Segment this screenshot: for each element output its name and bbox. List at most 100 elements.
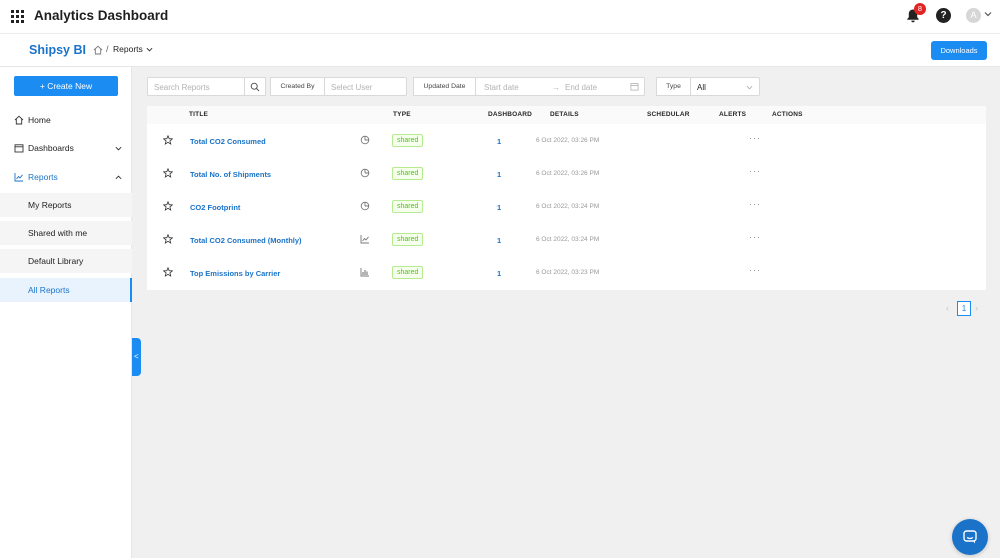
- date-range-arrow: →: [552, 83, 560, 92]
- report-title-link[interactable]: Top Emissions by Carrier: [190, 269, 280, 278]
- search-icon: [250, 82, 260, 92]
- star-icon[interactable]: [163, 168, 173, 178]
- star-icon[interactable]: [163, 201, 173, 211]
- chevron-up-icon: [115, 175, 122, 180]
- dashboard-count-link[interactable]: 1: [497, 203, 501, 212]
- column-header-type: TYPE: [393, 111, 411, 118]
- calendar-icon: [14, 144, 24, 153]
- sidebar-item-dashboards[interactable]: Dashboards: [0, 136, 132, 160]
- star-icon[interactable]: [163, 135, 173, 145]
- dashboard-count-link[interactable]: 1: [497, 137, 501, 146]
- apps-grid-icon[interactable]: [11, 10, 24, 23]
- sidebar-item-reports[interactable]: Reports: [0, 165, 132, 189]
- table-row[interactable]: Top Emissions by Carrier shared 1 6 Oct …: [147, 257, 986, 290]
- column-header-schedular: SCHEDULAR: [647, 111, 690, 118]
- dashboard-count-link[interactable]: 1: [497, 236, 501, 245]
- calendar-icon: [630, 83, 639, 91]
- chat-icon: [963, 530, 977, 544]
- star-icon[interactable]: [163, 267, 173, 277]
- search-button[interactable]: [244, 77, 266, 96]
- sidebar-item-shared-with-me[interactable]: Shared with me: [0, 221, 132, 245]
- type-selected-value: All: [697, 83, 706, 92]
- type-select[interactable]: All: [690, 77, 760, 96]
- sidebar-item-label: Reports: [28, 172, 58, 182]
- pie-chart-icon: [360, 135, 370, 145]
- details-timestamp: 6 Oct 2022, 03:26 PM: [536, 137, 600, 144]
- date-range-picker[interactable]: Start date → End date: [475, 77, 645, 96]
- breadcrumb-separator: /: [106, 44, 109, 54]
- more-actions-icon[interactable]: ···: [749, 265, 761, 275]
- table-header: TITLE TYPE DASHBOARD DETAILS SCHEDULAR A…: [147, 106, 986, 124]
- help-icon[interactable]: ?: [936, 8, 951, 23]
- sidebar-collapse-toggle[interactable]: <: [132, 338, 141, 376]
- report-title-link[interactable]: Total No. of Shipments: [190, 170, 271, 179]
- home-icon[interactable]: [93, 45, 103, 55]
- type-badge: shared: [392, 233, 424, 246]
- bar-chart-icon: [360, 268, 369, 277]
- sidebar: + Create New Home Dashboards Reports My …: [0, 67, 132, 558]
- more-actions-icon[interactable]: ···: [749, 232, 761, 242]
- chevron-down-icon: [115, 146, 122, 151]
- table-row[interactable]: Total No. of Shipments shared 1 6 Oct 20…: [147, 158, 986, 191]
- table-row[interactable]: Total CO2 Consumed shared 1 6 Oct 2022, …: [147, 125, 986, 158]
- type-badge: shared: [392, 167, 424, 180]
- downloads-button[interactable]: Downloads: [931, 41, 987, 60]
- top-header: Analytics Dashboard 8 ? A: [0, 0, 1000, 34]
- updated-date-label: Updated Date: [413, 77, 476, 96]
- star-icon[interactable]: [163, 234, 173, 244]
- more-actions-icon[interactable]: ···: [749, 199, 761, 209]
- chevron-down-icon[interactable]: [146, 46, 153, 53]
- select-user-placeholder: Select User: [331, 83, 373, 92]
- type-badge: shared: [392, 266, 424, 279]
- sidebar-item-label: Home: [28, 115, 51, 125]
- details-timestamp: 6 Oct 2022, 03:24 PM: [536, 203, 600, 210]
- column-header-details: DETAILS: [550, 111, 579, 118]
- column-header-alerts: ALERTS: [719, 111, 747, 118]
- pie-chart-icon: [360, 168, 370, 178]
- chevron-left-icon: <: [134, 352, 139, 361]
- pagination-page-current[interactable]: 1: [957, 301, 971, 316]
- notification-count-badge: 8: [914, 3, 926, 15]
- report-title-link[interactable]: Total CO2 Consumed (Monthly): [190, 236, 302, 245]
- more-actions-icon[interactable]: ···: [749, 166, 761, 176]
- dashboard-count-link[interactable]: 1: [497, 269, 501, 278]
- created-by-label: Created By: [270, 77, 325, 96]
- column-header-title: TITLE: [189, 111, 209, 118]
- table-row[interactable]: CO2 Footprint shared 1 6 Oct 2022, 03:24…: [147, 191, 986, 224]
- sidebar-item-label: All Reports: [28, 285, 70, 295]
- sidebar-item-label: Dashboards: [28, 143, 74, 153]
- sidebar-item-home[interactable]: Home: [0, 108, 132, 132]
- type-label: Type: [656, 77, 691, 96]
- report-title-link[interactable]: CO2 Footprint: [190, 203, 240, 212]
- pagination-next[interactable]: ›: [975, 303, 978, 313]
- home-icon: [14, 115, 24, 125]
- sidebar-item-label: My Reports: [28, 200, 72, 210]
- sidebar-item-all-reports[interactable]: All Reports: [0, 278, 132, 302]
- sidebar-item-label: Default Library: [28, 256, 84, 266]
- sidebar-item-default-library[interactable]: Default Library: [0, 249, 132, 273]
- sidebar-item-my-reports[interactable]: My Reports: [0, 193, 132, 217]
- pie-chart-icon: [360, 201, 370, 211]
- more-actions-icon[interactable]: ···: [749, 133, 761, 143]
- details-timestamp: 6 Oct 2022, 03:26 PM: [536, 170, 600, 177]
- search-input[interactable]: Search Reports: [147, 77, 245, 96]
- breadcrumb-reports[interactable]: Reports: [113, 44, 143, 54]
- table-row[interactable]: Total CO2 Consumed (Monthly) shared 1 6 …: [147, 224, 986, 257]
- end-date-placeholder[interactable]: End date: [565, 83, 597, 92]
- start-date-placeholder[interactable]: Start date: [484, 83, 519, 92]
- user-avatar[interactable]: A: [966, 8, 981, 23]
- app-title: Analytics Dashboard: [34, 8, 169, 23]
- pagination-prev[interactable]: ‹: [946, 303, 949, 313]
- chat-support-button[interactable]: [952, 519, 988, 555]
- details-timestamp: 6 Oct 2022, 03:24 PM: [536, 236, 600, 243]
- reports-table: TITLE TYPE DASHBOARD DETAILS SCHEDULAR A…: [147, 106, 986, 290]
- dashboard-count-link[interactable]: 1: [497, 170, 501, 179]
- column-header-actions: ACTIONS: [772, 111, 803, 118]
- brand-name[interactable]: Shipsy BI: [29, 43, 86, 57]
- create-new-button[interactable]: + Create New: [14, 76, 118, 96]
- line-chart-icon: [360, 235, 369, 244]
- select-user-dropdown[interactable]: Select User: [324, 77, 407, 96]
- report-title-link[interactable]: Total CO2 Consumed: [190, 137, 266, 146]
- type-badge: shared: [392, 200, 424, 213]
- chevron-down-icon[interactable]: [984, 10, 992, 18]
